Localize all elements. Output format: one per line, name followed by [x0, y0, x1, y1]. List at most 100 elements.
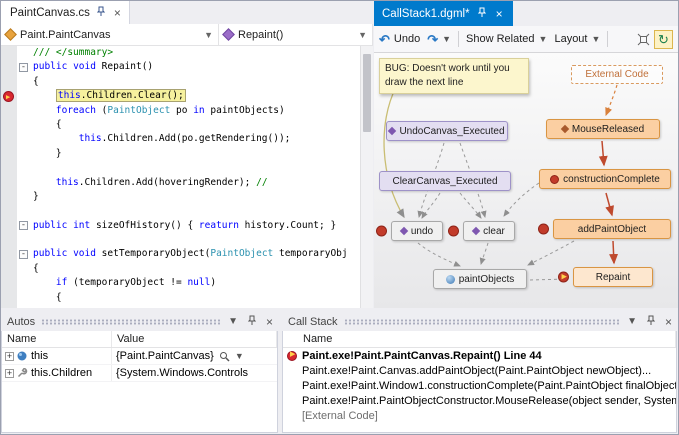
code-line[interactable]: }: [1, 147, 360, 161]
magnifier-icon[interactable]: [219, 351, 230, 362]
graph-node-UndoCanvas_Executed[interactable]: UndoCanvas_Executed: [386, 121, 508, 141]
breakpoint-margin[interactable]: [1, 118, 17, 132]
breakpoint-margin[interactable]: [1, 291, 17, 305]
breakpoint-badge-icon[interactable]: [448, 226, 459, 237]
window-position-icon[interactable]: ▼: [625, 317, 639, 327]
breakpoint-margin[interactable]: [1, 190, 17, 204]
code-line[interactable]: this.Children.Add(hoveringRender); //: [1, 176, 360, 190]
code-line[interactable]: ▶ this.Children.Clear();: [1, 89, 360, 103]
code-line[interactable]: {: [1, 75, 360, 89]
pin-icon[interactable]: [645, 315, 657, 329]
graph-canvas[interactable]: BUG: Doesn't work until you draw the nex…: [374, 53, 678, 308]
callstack-title-bar[interactable]: Call Stack ▼ ×: [282, 312, 677, 331]
tab-paintcanvas[interactable]: PaintCanvas.cs ×: [1, 1, 130, 24]
breakpoint-badge-icon[interactable]: [376, 226, 387, 237]
breakpoint-margin[interactable]: [1, 161, 17, 175]
code-line[interactable]: -public void setTemporaryObject(PaintObj…: [1, 247, 360, 261]
tab-label: PaintCanvas.cs: [10, 7, 90, 19]
breakpoint-margin[interactable]: [1, 247, 17, 261]
graph-node-ClearCanvas_Executed[interactable]: ClearCanvas_Executed: [379, 171, 511, 191]
current-line-badge-icon[interactable]: ▶: [558, 272, 569, 283]
autos-row[interactable]: +this{Paint.PaintCanvas}▼: [2, 348, 277, 365]
graph-node-constructionComplete[interactable]: constructionComplete: [539, 169, 671, 189]
column-header-name[interactable]: Name: [2, 331, 112, 347]
code-line[interactable]: this.Children.Add(po.getRendering());: [1, 132, 360, 146]
code-line[interactable]: {: [1, 262, 360, 276]
show-related-dropdown[interactable]: Show Related ▼: [466, 33, 547, 45]
breakpoint-margin[interactable]: [1, 176, 17, 190]
expand-icon[interactable]: +: [5, 352, 14, 361]
close-icon[interactable]: ×: [112, 7, 123, 19]
drag-grip[interactable]: [344, 319, 620, 325]
column-header-value[interactable]: Value: [112, 331, 277, 347]
autos-title-bar[interactable]: Autos ▼ ×: [1, 312, 278, 331]
event-icon: [400, 227, 408, 235]
breakpoint-margin[interactable]: [1, 219, 17, 233]
graph-node-MouseReleased[interactable]: MouseReleased: [546, 119, 660, 139]
code-line[interactable]: -public void Repaint(): [1, 60, 360, 74]
visualizer-dropdown-icon[interactable]: ▼: [235, 351, 244, 361]
code-line[interactable]: if (temporaryObject != null): [1, 276, 360, 290]
column-header-name[interactable]: Name: [283, 331, 676, 347]
breakpoint-margin[interactable]: [1, 204, 17, 218]
close-icon[interactable]: ×: [663, 316, 674, 328]
breakpoint-margin[interactable]: [1, 132, 17, 146]
code-line[interactable]: }: [1, 190, 360, 204]
graph-node-external-code[interactable]: External Code: [571, 65, 663, 84]
graph-node-undo[interactable]: undo: [391, 221, 443, 241]
sync-code-button[interactable]: ↻: [654, 30, 673, 49]
breakpoint-margin[interactable]: [1, 262, 17, 276]
callstack-row[interactable]: Paint.exe!Paint.PaintObjectConstructor.M…: [283, 393, 676, 408]
graph-node-addPaintObject[interactable]: addPaintObject: [553, 219, 671, 239]
edge-addpaintobject-repaint: [613, 241, 614, 263]
callstack-row[interactable]: Paint.exe!Paint.Canvas.addPaintObject(Pa…: [283, 363, 676, 378]
breakpoint-margin[interactable]: [1, 104, 17, 118]
autos-row[interactable]: +this.Children{System.Windows.Controls: [2, 365, 277, 382]
breakpoint-margin[interactable]: [1, 233, 17, 247]
frame-icon-margin: [283, 393, 302, 408]
pin-icon[interactable]: [95, 6, 107, 20]
breakpoint-margin[interactable]: [1, 46, 17, 60]
expand-icon[interactable]: +: [5, 369, 14, 378]
scrollbar-thumb[interactable]: [363, 54, 371, 132]
fit-to-screen-button[interactable]: [637, 33, 650, 46]
graph-node-clear[interactable]: clear: [463, 221, 515, 241]
breakpoint-margin[interactable]: [1, 276, 17, 290]
callstack-row[interactable]: Paint.exe!Paint.Window1.constructionComp…: [283, 378, 676, 393]
fold-collapse-icon[interactable]: -: [17, 221, 30, 230]
bug-note[interactable]: BUG: Doesn't work until you draw the nex…: [379, 58, 529, 94]
editor-vertical-scrollbar[interactable]: [360, 46, 373, 308]
close-icon[interactable]: ×: [494, 8, 505, 20]
layout-dropdown[interactable]: Layout ▼: [554, 33, 600, 45]
code-editor-lines[interactable]: /// </summary>-public void Repaint(){▶ t…: [1, 46, 360, 308]
callstack-row[interactable]: ▶Paint.exe!Paint.PaintCanvas.Repaint() L…: [283, 348, 676, 363]
fold-collapse-icon[interactable]: -: [17, 250, 30, 259]
code-line[interactable]: foreach (PaintObject po in paintObjects): [1, 104, 360, 118]
pin-icon[interactable]: [476, 7, 488, 21]
code-line[interactable]: -public int sizeOfHistory() { reaturn hi…: [1, 219, 360, 233]
member-dropdown[interactable]: Repaint() ▼: [219, 24, 373, 45]
code-line[interactable]: /// </summary>: [1, 46, 360, 60]
undo-button[interactable]: ↶ Undo: [379, 33, 420, 46]
breakpoint-margin[interactable]: [1, 147, 17, 161]
close-icon[interactable]: ×: [264, 316, 275, 328]
graph-node-paintObjects[interactable]: paintObjects: [433, 269, 527, 289]
pin-icon[interactable]: [246, 315, 258, 329]
drag-grip[interactable]: [41, 319, 220, 325]
fold-collapse-icon[interactable]: -: [17, 63, 30, 72]
type-dropdown[interactable]: Paint.PaintCanvas ▼: [1, 24, 219, 45]
code-line[interactable]: [1, 204, 360, 218]
tab-callstack-dgml[interactable]: CallStack1.dgml* ×: [374, 1, 513, 26]
breakpoint-margin[interactable]: [1, 60, 17, 74]
breakpoint-badge-icon[interactable]: [538, 224, 549, 235]
callstack-row[interactable]: [External Code]: [283, 408, 676, 423]
code-line[interactable]: {: [1, 118, 360, 132]
window-position-icon[interactable]: ▼: [226, 317, 240, 327]
code-line[interactable]: {: [1, 291, 360, 305]
redo-button[interactable]: ↷ ▼: [427, 33, 451, 46]
graph-node-Repaint[interactable]: Repaint▶: [573, 267, 653, 287]
code-line[interactable]: [1, 233, 360, 247]
breakpoint-glyph[interactable]: ▶: [1, 89, 17, 103]
code-line[interactable]: [1, 161, 360, 175]
breakpoint-margin[interactable]: [1, 75, 17, 89]
